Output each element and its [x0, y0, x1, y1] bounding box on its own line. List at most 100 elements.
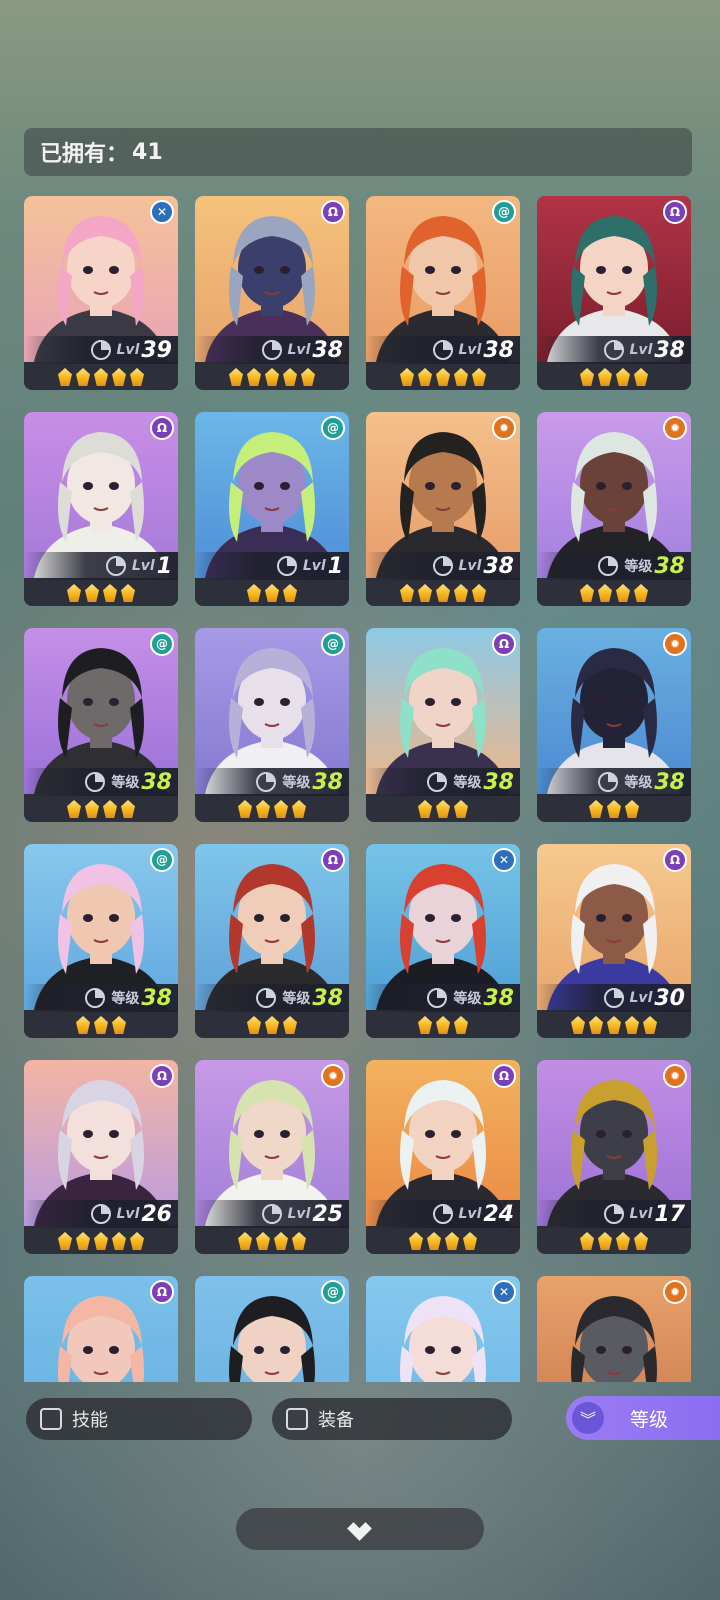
equipment-checkbox[interactable] [286, 1408, 308, 1430]
sort-chevron-icon: ︾ [572, 1402, 604, 1434]
star-icon [589, 1016, 603, 1034]
star-icon [94, 1016, 108, 1034]
level-label: Lvl [302, 558, 326, 574]
star-icon [616, 1232, 630, 1250]
star-icon [85, 584, 99, 602]
level-strip: Lvl 38 [537, 336, 691, 364]
mask-class-icon: Ω [663, 200, 687, 224]
level-progress-icon [432, 1204, 453, 1224]
star-icon [94, 1232, 108, 1250]
hero-card[interactable]: ✹ [537, 1276, 691, 1382]
hero-card[interactable]: @ 等级 38 [195, 628, 349, 822]
hero-card[interactable]: Ω Lvl 24 [366, 1060, 520, 1254]
hero-card[interactable]: ✕ [366, 1276, 520, 1382]
cross-class-icon: ✕ [492, 1280, 516, 1304]
hero-card[interactable]: Ω 等级 38 [195, 844, 349, 1038]
swirl-class-icon: @ [321, 632, 345, 656]
star-icon [274, 800, 288, 818]
hero-card[interactable]: ✕ 等级 38 [366, 844, 520, 1038]
hero-card[interactable]: @ [195, 1276, 349, 1382]
level-label: Lvl [458, 558, 482, 574]
level-progress-icon [427, 988, 448, 1008]
hero-card[interactable]: ✕ Lvl 39 [24, 196, 178, 390]
level-label: Lvl [629, 990, 653, 1006]
hero-card[interactable]: Ω Lvl 38 [195, 196, 349, 390]
cross-class-icon: ✕ [150, 200, 174, 224]
star-icon [418, 800, 432, 818]
star-icon [247, 584, 261, 602]
sort-by-level-button[interactable]: ︾ 等级 [566, 1396, 720, 1440]
level-strip: Lvl 1 [195, 552, 349, 580]
hero-card[interactable]: @ Lvl 1 [195, 412, 349, 606]
owned-label: 已拥有： [40, 142, 129, 167]
level-strip: Lvl 17 [537, 1200, 691, 1228]
star-icon [67, 584, 81, 602]
owned-count-bar: 已拥有： 41 [24, 128, 692, 176]
star-icon [436, 1016, 450, 1034]
hero-card[interactable]: ✹ Lvl 17 [537, 1060, 691, 1254]
level-label: Lvl [131, 558, 155, 574]
level-label: 等级 [453, 775, 482, 791]
mask-class-icon: Ω [321, 848, 345, 872]
star-icon [103, 800, 117, 818]
star-icon [265, 1016, 279, 1034]
star-icon [292, 1232, 306, 1250]
level-strip: 等级 38 [366, 984, 520, 1012]
level-value: 38 [141, 985, 172, 1011]
level-label: 等级 [282, 775, 311, 791]
level-label: 等级 [453, 991, 482, 1007]
level-value: 38 [312, 985, 343, 1011]
hero-grid-viewport[interactable]: ✕ Lvl 39 Ω Lvl 38 @ Lvl 38 Ω Lvl 38 Ω Lv… [0, 196, 720, 1382]
hero-card[interactable]: Ω Lvl 26 [24, 1060, 178, 1254]
bottom-menu-handle[interactable] [236, 1508, 484, 1550]
level-progress-icon [598, 556, 619, 576]
star-icon [301, 368, 315, 386]
level-progress-icon [603, 1204, 624, 1224]
star-icon [76, 368, 90, 386]
star-icon [265, 584, 279, 602]
skill-filter[interactable]: 技能 [26, 1398, 252, 1440]
level-value: 26 [141, 1201, 172, 1227]
level-strip: Lvl 30 [537, 984, 691, 1012]
swirl-class-icon: @ [321, 416, 345, 440]
star-icon [598, 584, 612, 602]
hero-card[interactable]: ✹ 等级 38 [537, 628, 691, 822]
star-icon [58, 368, 72, 386]
mask-class-icon: Ω [492, 1064, 516, 1088]
star-icon [112, 368, 126, 386]
hero-card[interactable]: Ω Lvl 30 [537, 844, 691, 1038]
hero-card[interactable]: ✹ Lvl 25 [195, 1060, 349, 1254]
star-icon [94, 368, 108, 386]
hero-card[interactable]: ✹ 等级 38 [537, 412, 691, 606]
hero-card[interactable]: Ω Lvl 38 [537, 196, 691, 390]
star-icon [463, 1232, 477, 1250]
mask-class-icon: Ω [492, 632, 516, 656]
star-rating [537, 580, 691, 606]
hero-card[interactable]: Ω Lvl 1 [24, 412, 178, 606]
skill-checkbox[interactable] [40, 1408, 62, 1430]
hero-card[interactable]: Ω [24, 1276, 178, 1382]
star-icon [283, 584, 297, 602]
hero-card[interactable]: @ 等级 38 [24, 628, 178, 822]
hero-card[interactable]: @ 等级 38 [24, 844, 178, 1038]
star-icon [607, 800, 621, 818]
level-progress-icon [90, 1204, 111, 1224]
star-icon [454, 368, 468, 386]
star-rating [24, 1012, 178, 1038]
star-icon [409, 1232, 423, 1250]
hero-card[interactable]: @ Lvl 38 [366, 196, 520, 390]
equipment-filter[interactable]: 装备 [272, 1398, 512, 1440]
star-icon [238, 1232, 252, 1250]
mask-class-icon: Ω [150, 416, 174, 440]
level-value: 30 [654, 985, 685, 1011]
hero-card[interactable]: ✹ Lvl 38 [366, 412, 520, 606]
hero-grid: ✕ Lvl 39 Ω Lvl 38 @ Lvl 38 Ω Lvl 38 Ω Lv… [24, 196, 691, 1382]
star-icon [247, 368, 261, 386]
mask-class-icon: Ω [150, 1280, 174, 1304]
star-rating [195, 364, 349, 390]
level-progress-icon [85, 772, 106, 792]
level-value: 38 [654, 769, 685, 795]
level-label: Lvl [629, 342, 653, 358]
hero-card[interactable]: Ω 等级 38 [366, 628, 520, 822]
star-rating [366, 364, 520, 390]
